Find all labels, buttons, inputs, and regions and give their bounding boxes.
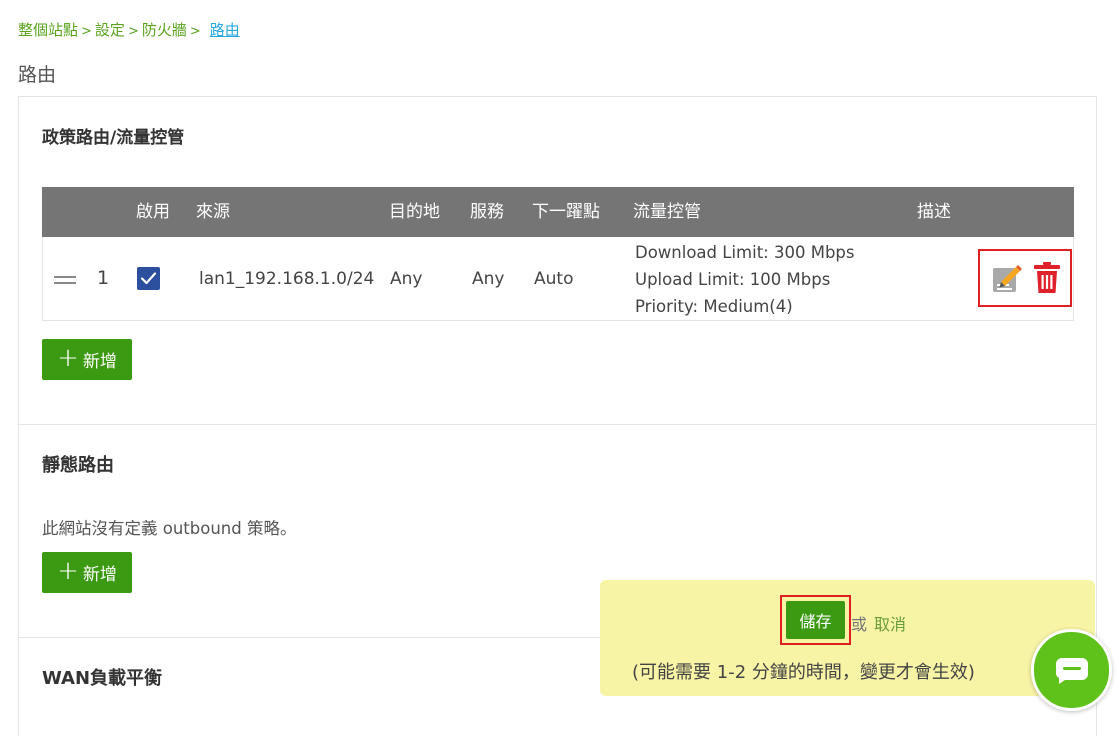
edit-pencil-icon[interactable] — [992, 264, 1022, 298]
download-limit: Download Limit: 300 Mbps — [635, 243, 855, 262]
breadcrumb-item-settings[interactable]: 設定 — [95, 21, 125, 39]
row-next-hop: Auto — [534, 269, 574, 289]
column-header-enabled: 啟用 — [136, 202, 170, 222]
cancel-link[interactable]: 取消 — [874, 611, 906, 635]
column-header-description: 描述 — [917, 202, 951, 222]
add-label: 新增 — [82, 565, 117, 585]
wan-load-balancing-title: WAN負載平衡 — [42, 668, 163, 689]
static-routing-empty-text: 此網站沒有定義 outbound 策略。 — [42, 519, 297, 538]
breadcrumb-item-firewall[interactable]: 防火牆 — [142, 21, 187, 39]
row-service: Any — [472, 269, 505, 289]
column-header-traffic-control: 流量控管 — [633, 202, 701, 222]
add-policy-route-button[interactable]: + 新增 — [42, 339, 132, 380]
breadcrumb-item-site[interactable]: 整個站點 — [18, 21, 78, 39]
plus-icon: + — [57, 343, 79, 373]
upload-limit: Upload Limit: 100 Mbps — [635, 270, 831, 289]
breadcrumb: 整個站點 > 設定 > 防火牆 > 路由 — [18, 19, 240, 40]
checkmark-icon — [140, 272, 157, 285]
trash-icon[interactable] — [1034, 262, 1060, 298]
column-header-next-hop: 下一躍點 — [532, 202, 600, 222]
or-text: 或 — [851, 615, 868, 634]
section-divider — [19, 424, 1096, 425]
breadcrumb-item-routing[interactable]: 路由 — [210, 21, 240, 39]
drag-handle-icon[interactable] — [54, 276, 76, 284]
save-button[interactable]: 儲存 — [786, 601, 845, 639]
policy-routing-table: 啟用 來源 目的地 服務 下一躍點 流量控管 描述 1 lan1_192.168… — [42, 187, 1074, 321]
priority: Priority: Medium(4) — [635, 297, 793, 316]
save-button-highlight: 儲存 — [780, 595, 851, 645]
row-traffic-control: Download Limit: 300 Mbps Upload Limit: 1… — [635, 239, 855, 320]
row-actions — [978, 249, 1072, 307]
chat-bubble-icon — [1056, 658, 1088, 684]
breadcrumb-separator: > — [189, 24, 201, 39]
save-notice: (可能需要 1-2 分鐘的時間，變更才會生效) — [632, 662, 975, 683]
table-row: 1 lan1_192.168.1.0/24 Any Any Auto Downl… — [42, 237, 1074, 321]
table-header: 啟用 來源 目的地 服務 下一躍點 流量控管 描述 — [42, 187, 1074, 237]
enabled-checkbox[interactable] — [137, 267, 160, 290]
row-index: 1 — [97, 267, 110, 289]
add-static-route-button[interactable]: + 新增 — [42, 552, 132, 593]
page-title: 路由 — [18, 64, 57, 86]
row-destination: Any — [390, 269, 423, 289]
row-source: lan1_192.168.1.0/24 — [199, 269, 375, 289]
column-header-service: 服務 — [470, 202, 504, 222]
add-label: 新增 — [82, 352, 117, 372]
breadcrumb-separator: > — [127, 24, 139, 39]
breadcrumb-separator: > — [81, 24, 92, 39]
column-header-source: 來源 — [196, 202, 230, 222]
policy-routing-title: 政策路由/流量控管 — [42, 128, 185, 148]
chat-button[interactable] — [1031, 629, 1112, 711]
static-routing-title: 靜態路由 — [42, 455, 114, 476]
plus-icon: + — [57, 556, 79, 586]
column-header-destination: 目的地 — [389, 202, 440, 222]
save-bar: 儲存 或 取消 (可能需要 1-2 分鐘的時間，變更才會生效) — [600, 580, 1095, 696]
